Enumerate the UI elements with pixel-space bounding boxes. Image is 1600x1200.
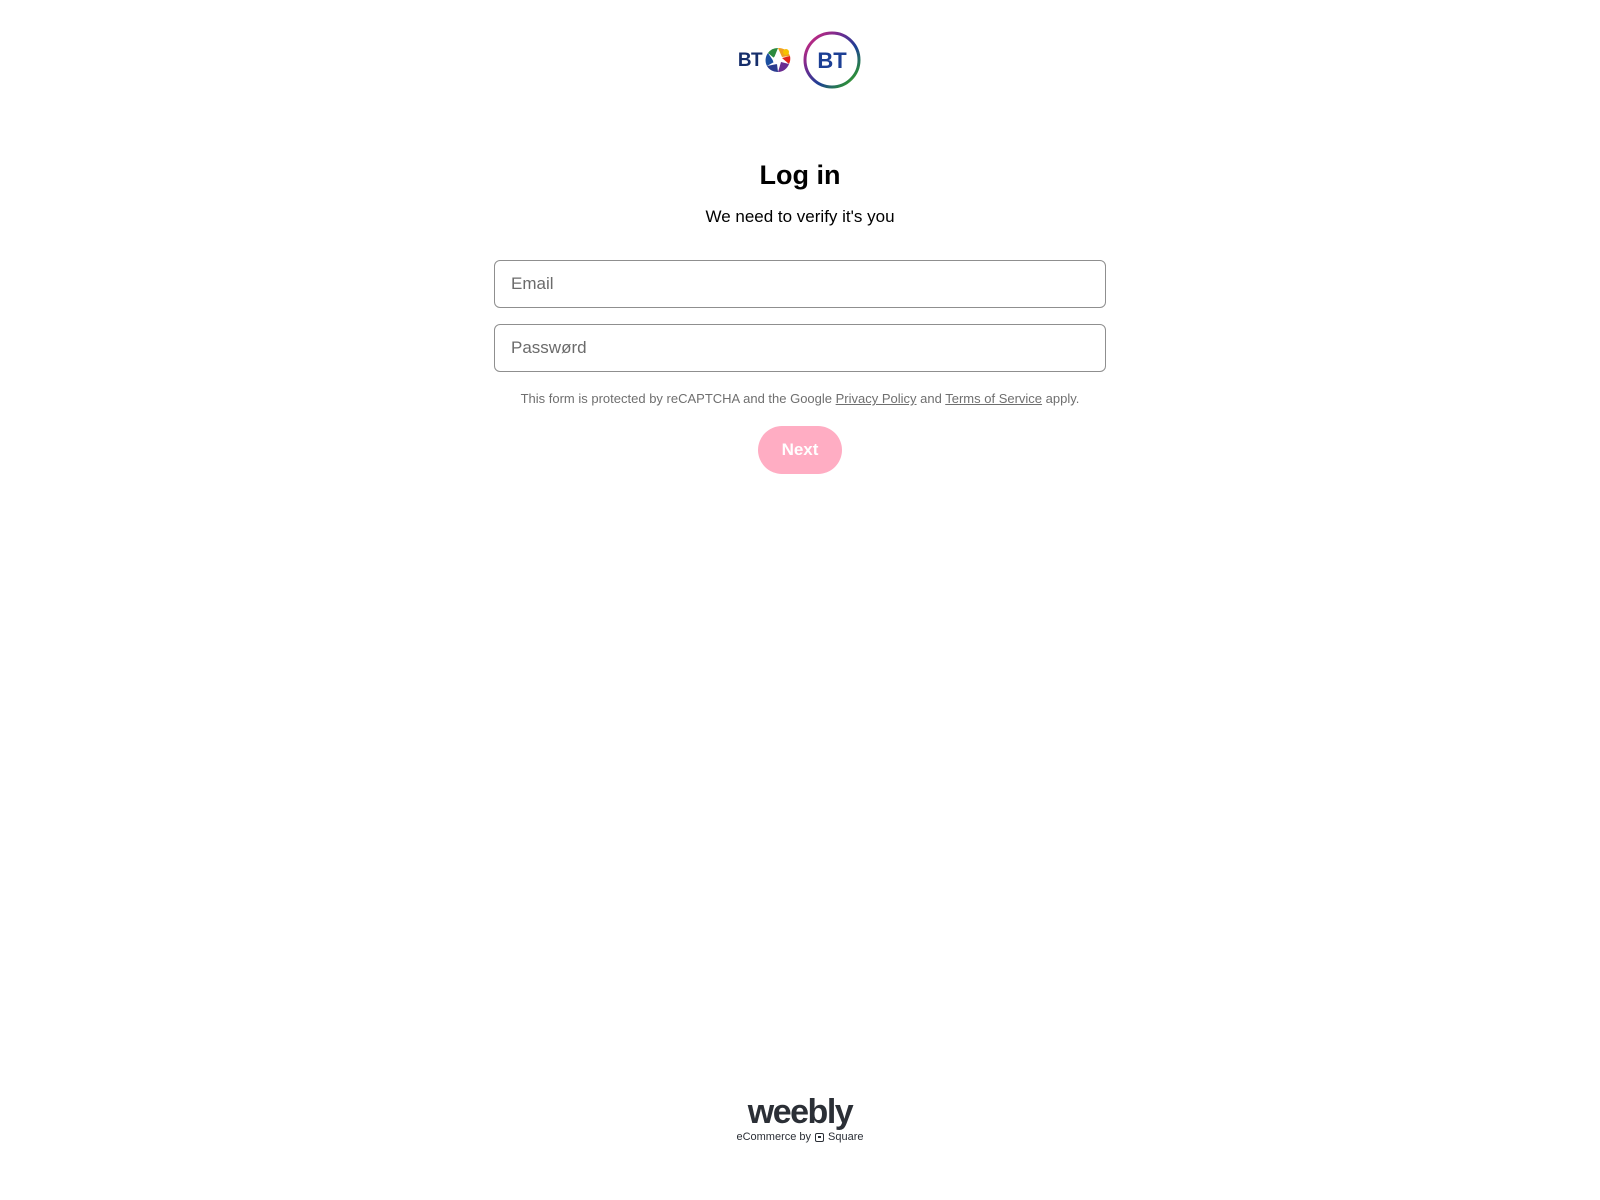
login-page: BT BT Log in We need to verify it's you …: [0, 0, 1600, 1200]
recaptcha-notice-and: and: [916, 391, 946, 406]
bt-roundel-logo: BT: [802, 30, 862, 90]
password-field[interactable]: [494, 324, 1106, 372]
page-title: Log in: [759, 160, 841, 190]
recaptcha-notice-prefix: This form is protected by reCAPTCHA and …: [520, 391, 836, 406]
next-button[interactable]: Next: [758, 426, 842, 474]
bt-piper-globe-icon: [762, 44, 792, 76]
page-subtitle: We need to verify it's you: [705, 207, 895, 226]
bt-classic-logo: BT: [738, 40, 792, 80]
square-logo-icon: [815, 1132, 825, 1142]
footer-branding: weebly eCommerce by Square: [0, 1094, 1600, 1144]
powered-by: eCommerce by Square: [0, 1130, 1600, 1144]
terms-of-service-link[interactable]: Terms of Service: [945, 391, 1042, 406]
weebly-logo: weebly: [747, 1093, 854, 1131]
powered-by-brand: Square: [828, 1131, 864, 1143]
powered-by-prefix: eCommerce by: [736, 1131, 812, 1143]
email-field[interactable]: [494, 260, 1106, 308]
recaptcha-notice: This form is protected by reCAPTCHA and …: [0, 390, 1600, 408]
bt-classic-logo-text: BT: [737, 49, 763, 71]
privacy-policy-link[interactable]: Privacy Policy: [836, 391, 917, 406]
bt-roundel-logo-text: BT: [817, 48, 847, 73]
logo-bar: BT BT: [0, 30, 1600, 90]
recaptcha-notice-suffix: apply.: [1042, 391, 1080, 406]
